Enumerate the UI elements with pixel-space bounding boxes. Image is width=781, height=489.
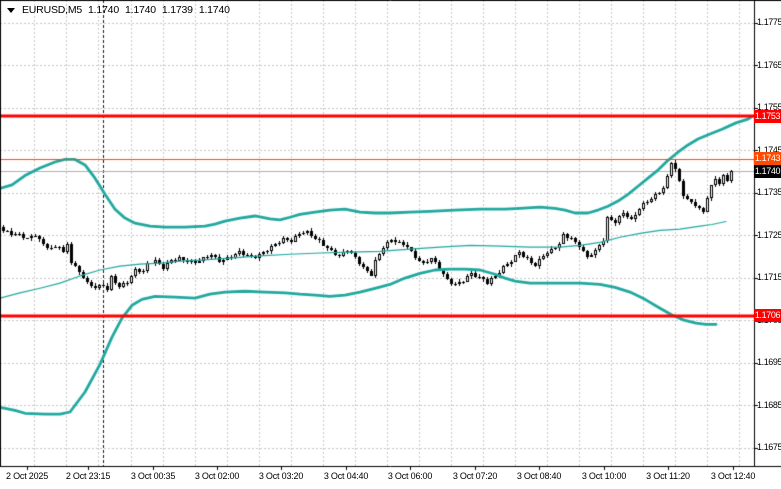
- ohlc-low: 1.1739: [161, 4, 193, 16]
- y-axis-label: 1.1675: [757, 442, 781, 453]
- chart-window: EURUSD,M5 1.1740 1.1740 1.1739 1.1740 1.…: [0, 0, 781, 489]
- price-level-badge: 1.1706: [754, 309, 781, 322]
- ohlc-high: 1.1740: [124, 4, 156, 16]
- ohlc-close: 1.1740: [198, 4, 230, 16]
- ohlc-open: 1.1740: [88, 4, 119, 16]
- y-axis-label: 1.1685: [757, 399, 781, 410]
- y-axis-label: 1.1775: [757, 17, 781, 28]
- y-axis-label: 1.1715: [757, 272, 781, 283]
- price-level-badge: 1.1743: [754, 152, 781, 165]
- symbol-dropdown-icon[interactable]: [7, 8, 15, 13]
- chart-title-row: EURUSD,M5 1.1740 1.1740 1.1739 1.1740: [7, 4, 236, 16]
- current-price-badge: 1.1740: [754, 165, 781, 178]
- y-axis-label: 1.1725: [757, 229, 781, 240]
- symbol-label: EURUSD,M5: [22, 4, 83, 16]
- y-axis-label: 1.1695: [757, 357, 781, 368]
- y-axis-label: 1.1765: [757, 59, 781, 70]
- price-chart-canvas[interactable]: [0, 0, 781, 489]
- x-axis-label: 3 Oct 12:40: [710, 471, 756, 481]
- y-axis-label: 1.1735: [757, 187, 781, 198]
- price-level-badge: 1.1753: [754, 110, 781, 123]
